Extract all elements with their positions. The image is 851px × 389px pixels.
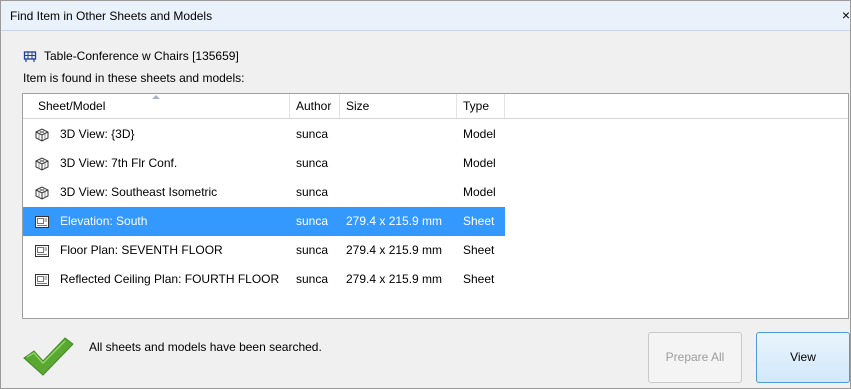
item-name: Table-Conference w Chairs [135659] (44, 49, 239, 63)
3d-view-icon (35, 157, 49, 171)
row-type: Sheet (463, 243, 495, 257)
column-header-sheet-model[interactable]: Sheet/Model (32, 94, 290, 118)
item-header: Table-Conference w Chairs [135659] (23, 48, 239, 64)
row-name: Elevation: South (60, 214, 148, 228)
sheets-models-list[interactable]: Sheet/Model Author Size Type 3D View: {3… (22, 93, 849, 319)
column-header-type-label: Type (463, 99, 490, 113)
list-item[interactable]: 3D View: {3D} sunca Model (23, 120, 505, 149)
column-header-author-label: Author (296, 99, 332, 113)
list-item[interactable]: 3D View: 7th Flr Conf. sunca Model (23, 149, 505, 178)
row-author: sunca (296, 156, 329, 170)
row-type: Sheet (463, 214, 495, 228)
title-bar: Find Item in Other Sheets and Models × (1, 1, 850, 31)
row-type: Sheet (463, 272, 495, 286)
window-title: Find Item in Other Sheets and Models (10, 9, 213, 23)
row-author: sunca (296, 185, 329, 199)
view-button[interactable]: View (756, 332, 850, 383)
row-size: 279.4 x 215.9 mm (346, 214, 443, 228)
row-type: Model (463, 127, 496, 141)
furniture-table-icon (23, 51, 37, 62)
column-header-sheet-model-label: Sheet/Model (38, 99, 106, 113)
row-author: sunca (296, 243, 329, 257)
row-author: sunca (296, 214, 329, 228)
row-author: sunca (296, 127, 329, 141)
sheet-icon (35, 274, 49, 286)
find-item-dialog: Find Item in Other Sheets and Models × T… (0, 0, 851, 389)
column-header-size-label: Size (346, 99, 370, 113)
row-name: 3D View: Southeast Isometric (60, 185, 218, 199)
list-item[interactable]: Reflected Ceiling Plan: FOURTH FLOOR sun… (23, 265, 505, 294)
found-label: Item is found in these sheets and models… (23, 71, 245, 85)
row-type: Model (463, 185, 496, 199)
row-author: sunca (296, 272, 329, 286)
list-item[interactable]: Floor Plan: SEVENTH FLOOR sunca 279.4 x … (23, 236, 505, 265)
column-header-type[interactable]: Type (457, 94, 505, 118)
list-header: Sheet/Model Author Size Type (23, 94, 848, 119)
3d-view-icon (35, 128, 49, 142)
row-size: 279.4 x 215.9 mm (346, 272, 443, 286)
column-header-author[interactable]: Author (290, 94, 340, 118)
row-name: 3D View: {3D} (60, 127, 135, 141)
prepare-all-button[interactable]: Prepare All (648, 332, 742, 383)
row-name: 3D View: 7th Flr Conf. (60, 156, 178, 170)
row-name: Reflected Ceiling Plan: FOURTH FLOOR (60, 272, 280, 286)
status-message: All sheets and models have been searched… (89, 340, 322, 354)
close-icon[interactable]: × (836, 6, 850, 24)
row-size: 279.4 x 215.9 mm (346, 243, 443, 257)
sheet-icon (35, 245, 49, 257)
list-item-selected[interactable]: Elevation: South sunca 279.4 x 215.9 mm … (23, 207, 505, 236)
checkmark-icon (23, 337, 74, 376)
sheet-icon (35, 216, 49, 228)
3d-view-icon (35, 186, 49, 200)
sort-ascending-icon (152, 95, 160, 99)
row-type: Model (463, 156, 496, 170)
column-header-size[interactable]: Size (340, 94, 457, 118)
list-item[interactable]: 3D View: Southeast Isometric sunca Model (23, 178, 505, 207)
row-name: Floor Plan: SEVENTH FLOOR (60, 243, 223, 257)
